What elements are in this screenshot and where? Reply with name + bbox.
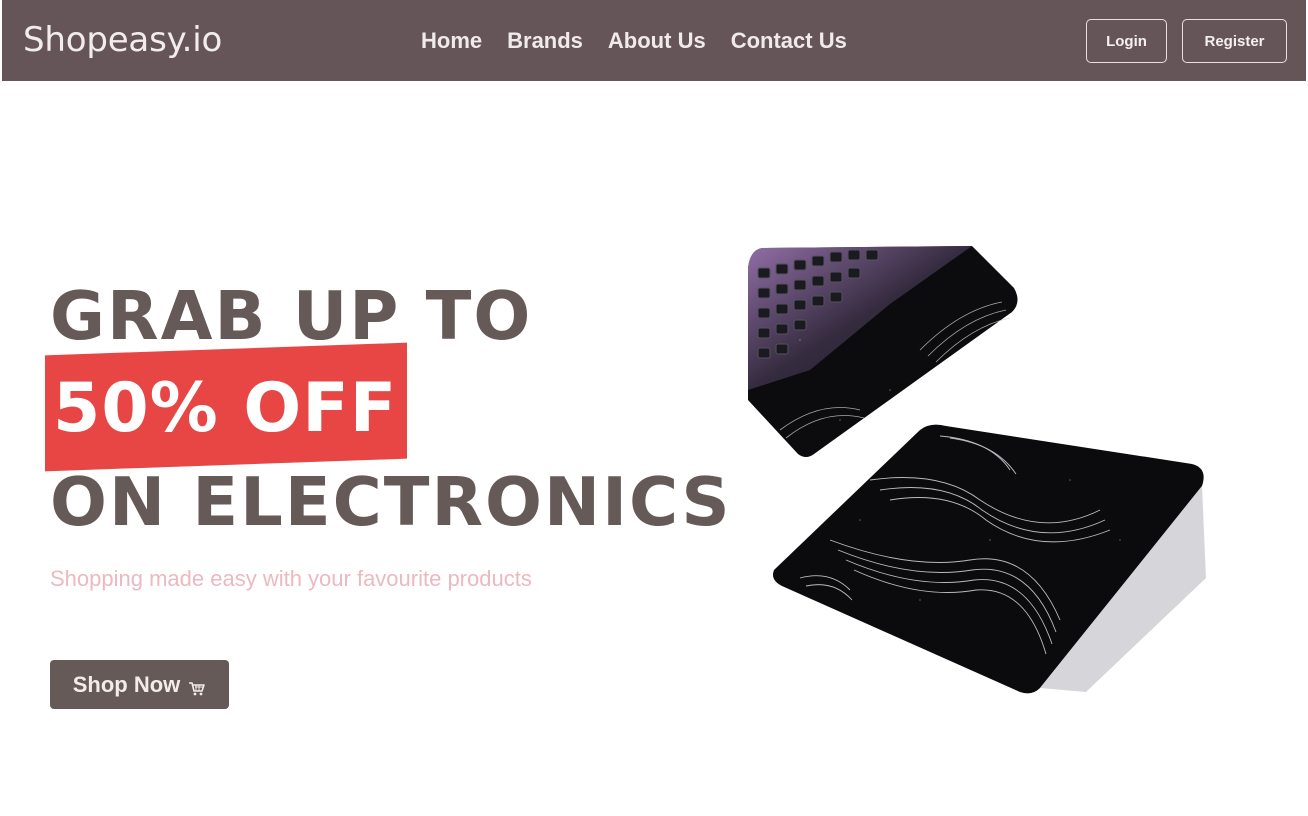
nav-link-home[interactable]: Home xyxy=(421,27,482,55)
brand-logo[interactable]: Shopeasy.io xyxy=(23,20,222,60)
login-button[interactable]: Login xyxy=(1086,19,1167,63)
nav-link-brands[interactable]: Brands xyxy=(507,27,583,55)
headline-line-3: ON ELECTRONICS xyxy=(50,463,732,541)
cart-icon xyxy=(188,677,206,695)
navbar: Shopeasy.io Home Brands About Us Contact… xyxy=(2,0,1306,81)
nav-link-about-us[interactable]: About Us xyxy=(608,27,706,55)
main-nav: Home Brands About Us Contact Us xyxy=(421,27,847,55)
shop-now-label: Shop Now xyxy=(72,671,181,697)
headline-discount: 50% OFF xyxy=(53,369,398,448)
headline-line-1: GRAB UP TO xyxy=(50,277,533,355)
hero-tagline: Shopping made easy with your favourite p… xyxy=(50,566,532,591)
shop-now-button[interactable]: Shop Now xyxy=(50,660,229,709)
nav-link-contact-us[interactable]: Contact Us xyxy=(731,27,847,55)
register-button[interactable]: Register xyxy=(1182,19,1287,63)
laptop-hero-image xyxy=(740,240,1220,700)
